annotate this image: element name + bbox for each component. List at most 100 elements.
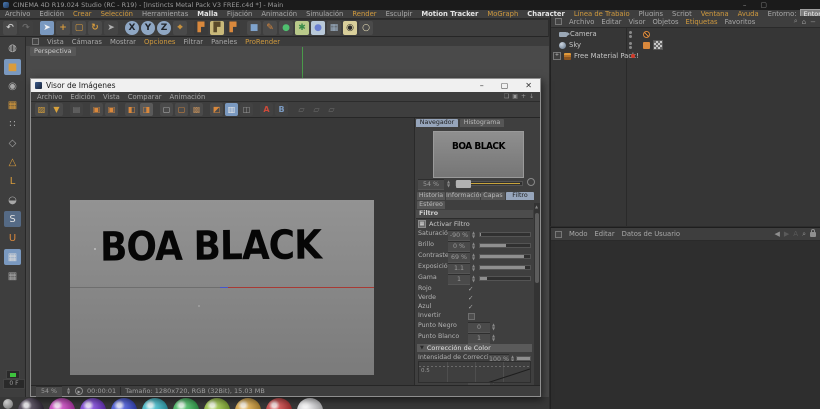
menu-herramientas[interactable]: Herramientas [142,10,188,18]
om-menu-editar[interactable]: Editar [601,18,621,26]
magnet-snap-icon[interactable]: U [4,230,21,246]
om-minus-icon[interactable]: − [810,18,816,26]
pv-nav-next-icon[interactable]: ▱ [310,103,323,116]
render-sphere-icon[interactable]: ◍ [4,40,21,56]
blue-channel-checkbox[interactable]: ✓ [468,303,473,311]
contrast-value-field[interactable]: 69 % [448,252,470,263]
pv-dock-icon[interactable]: ❏ [504,93,509,100]
menu-edicion[interactable]: Edición [39,10,64,18]
model-mode-icon[interactable]: ■ [4,59,21,75]
am-lock-icon[interactable] [810,232,816,237]
tab-filtro[interactable]: Filtro [506,192,534,200]
menu-mograph[interactable]: MoGraph [487,10,518,18]
object-name[interactable]: Free Material Pack! [574,52,639,60]
move-tool-icon[interactable]: + [56,21,70,35]
visibility-dots[interactable] [629,42,632,49]
undo-icon[interactable]: ↶ [3,21,17,35]
activate-filter-checkbox[interactable]: ▦ [418,220,426,228]
pv-open-icon[interactable]: ▨ [35,103,48,116]
menu-render[interactable]: Render [352,10,376,18]
navigator-zoom-slider[interactable] [455,181,523,186]
navigator-zoom-spinner[interactable]: ▲▼ [446,179,451,188]
om-menu-archivo[interactable]: Archivo [569,18,594,26]
invert-checkbox[interactable] [468,313,475,320]
live-selection-icon[interactable]: ➤ [40,21,54,35]
white-point-field[interactable]: 1 [468,333,490,344]
value-spinner[interactable]: ▲▼ [471,263,476,272]
last-tool-icon[interactable]: ➤ [104,21,118,35]
object-name[interactable]: Camera [570,30,597,38]
om-menu-objetos[interactable]: Objetos [652,18,678,26]
value-spinner[interactable]: ▲▼ [491,333,496,342]
vp-menu-prorender[interactable]: ProRender [245,38,280,46]
om-menu-favoritos[interactable]: Favoritos [725,18,756,26]
filter-section-header[interactable]: Filtro [416,210,533,219]
viewport-solo-icon[interactable]: ◒ [4,192,21,208]
am-forward-icon[interactable]: ▶ [784,230,789,238]
primitive-cube-icon[interactable]: ■ [247,21,261,35]
x-axis-lock-icon[interactable]: X [125,21,139,35]
maximize-button[interactable]: ▢ [760,1,767,9]
vp-menu-mostrar[interactable]: Mostrar [110,38,136,46]
render-settings-icon[interactable]: ▛ [226,21,240,35]
om-menu-visor[interactable]: Visor [629,18,646,26]
generators-icon[interactable]: ● [279,21,293,35]
pv-nav-prev-icon[interactable]: ▱ [295,103,308,116]
activate-filter-row[interactable]: ▦ Activar Filtro [418,220,470,228]
lock-workplane-icon[interactable]: ▦ [4,249,21,265]
points-mode-icon[interactable]: ∷ [4,116,21,132]
edges-mode-icon[interactable]: ◇ [4,135,21,151]
tab-estereo[interactable]: Estéreo [417,201,445,209]
pv-menu-edicion[interactable]: Edición [70,93,95,101]
object-row-free-material-pack[interactable]: + Free Material Pack! [551,51,820,61]
rendered-image-canvas[interactable]: BOA BLACK [32,118,414,385]
pv-detach-icon[interactable]: + [521,93,526,100]
z-axis-lock-icon[interactable]: Z [157,21,171,35]
menu-malla[interactable]: Malla [197,10,218,18]
tab-informacion[interactable]: Información [446,192,480,200]
viewport-panel-icon[interactable] [32,38,39,45]
pv-set-b-icon[interactable]: B [275,103,288,116]
tab-navegador[interactable]: Navegador [416,119,458,127]
brightness-value-field[interactable]: 0 % [448,241,470,252]
am-menu-editar[interactable]: Editar [595,230,615,238]
axis-mode-icon[interactable]: L [4,173,21,189]
align-workplane-icon[interactable]: ▦ [4,268,21,284]
menu-motion-tracker[interactable]: Motion Tracker [421,10,478,18]
menu-esculpir[interactable]: Esculpir [386,10,413,18]
y-axis-lock-icon[interactable]: Y [141,21,155,35]
vp-menu-filtrar[interactable]: Filtrar [183,38,203,46]
texture-mode-icon[interactable]: ◉ [4,78,21,94]
pv-close-button[interactable]: ✕ [525,81,532,90]
pv-collapse-icon[interactable]: ↓ [529,93,534,100]
mograph-clone-icon[interactable]: ✱ [295,21,309,35]
scroll-up-arrow[interactable]: ▲ [535,204,538,209]
navigator-fit-button[interactable] [527,178,535,186]
menu-animacion[interactable]: Animación [261,10,297,18]
value-spinner[interactable]: ▲▼ [471,230,476,239]
menu-simulacion[interactable]: Simulación [306,10,343,18]
render-view-icon[interactable]: ▛ [194,21,208,35]
polygons-mode-icon[interactable]: △ [4,154,21,170]
pv-menu-comparar[interactable]: Comparar [128,93,162,101]
pv-compare-grid-icon[interactable]: ▥ [225,103,238,116]
saturation-value-field[interactable]: -90 % [448,230,470,241]
tab-historia[interactable]: Historia [417,192,445,200]
status-zoom-field[interactable]: 54 % [36,386,62,397]
pv-fullscreen-alt-icon[interactable]: ◨ [140,103,153,116]
pv-menu-animacion[interactable]: Animación [170,93,206,101]
pv-maximize-button[interactable]: ▢ [501,81,509,90]
am-back-icon[interactable]: ◀ [775,230,780,238]
pv-print-icon[interactable]: ▤ [70,103,83,116]
v-scrollbar-thumb[interactable] [535,213,539,283]
pv-zoom-100-icon[interactable]: ▣ [90,103,103,116]
exposure-value-field[interactable]: 1.1 [448,263,470,274]
value-spinner[interactable]: ▲▼ [471,241,476,250]
zoom-slider-handle[interactable] [456,180,471,188]
layer-dot[interactable] [631,54,635,58]
pv-menu-vista[interactable]: Vista [103,93,120,101]
value-spinner[interactable]: ▲▼ [471,274,476,283]
am-menu-modo[interactable]: Modo [569,230,588,238]
brightness-slider[interactable] [479,243,531,248]
pv-minimize-button[interactable]: – [480,81,484,90]
